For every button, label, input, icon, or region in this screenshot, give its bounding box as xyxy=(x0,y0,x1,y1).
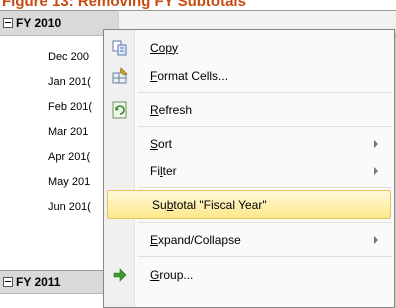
menu-separator xyxy=(138,187,392,188)
collapse-toggle-icon[interactable] xyxy=(3,18,13,28)
context-menu: Copy Format Cells... Refresh Sort Filter… xyxy=(103,29,395,308)
menu-separator xyxy=(138,222,392,223)
menu-item-expand-collapse[interactable]: Expand/Collapse xyxy=(106,226,390,253)
submenu-arrow-icon xyxy=(374,166,378,175)
group-arrow-icon xyxy=(113,267,127,282)
menu-item-label: Copy xyxy=(150,41,178,55)
subtotal-label: Subtotal "Fiscal Year" xyxy=(152,197,267,212)
pivot-row-fy2011[interactable]: FY 2011 xyxy=(0,270,118,294)
menu-item-subtotal-fiscal-year[interactable]: Subtotal "Fiscal Year" xyxy=(107,190,391,219)
copy-label: Copy xyxy=(150,40,179,55)
fy2011-label: FY 2011 xyxy=(16,275,61,289)
menu-item-copy[interactable]: Copy xyxy=(106,34,390,61)
refresh-icon xyxy=(112,101,127,118)
fy2010-label: FY 2010 xyxy=(16,16,62,30)
menu-item-group[interactable]: Group... xyxy=(106,261,390,288)
group-label: Group... xyxy=(150,267,194,282)
collapse-toggle-icon[interactable] xyxy=(3,277,13,287)
format-cells-icon xyxy=(112,66,128,83)
copy-icon xyxy=(112,40,127,55)
menu-separator xyxy=(138,126,392,127)
submenu-arrow-icon xyxy=(374,235,378,244)
menu-item-filter[interactable]: Filter xyxy=(106,157,390,184)
menu-separator xyxy=(138,92,392,93)
menu-item-sort[interactable]: Sort xyxy=(106,130,390,157)
expand-collapse-label: Expand/Collapse xyxy=(150,232,241,247)
menu-item-refresh[interactable]: Refresh xyxy=(106,96,390,123)
figure-caption: Figure 13: Removing FY Subtotals xyxy=(2,0,246,10)
refresh-label: Refresh xyxy=(150,102,193,117)
format-cells-label: Format Cells... xyxy=(150,68,229,83)
sort-label: Sort xyxy=(150,136,173,151)
filter-label: Filter xyxy=(150,163,177,178)
pivot-row-fy2010[interactable]: FY 2010 xyxy=(0,10,118,36)
menu-item-format-cells[interactable]: Format Cells... xyxy=(106,62,390,89)
menu-separator xyxy=(138,256,392,257)
submenu-arrow-icon xyxy=(374,139,378,148)
